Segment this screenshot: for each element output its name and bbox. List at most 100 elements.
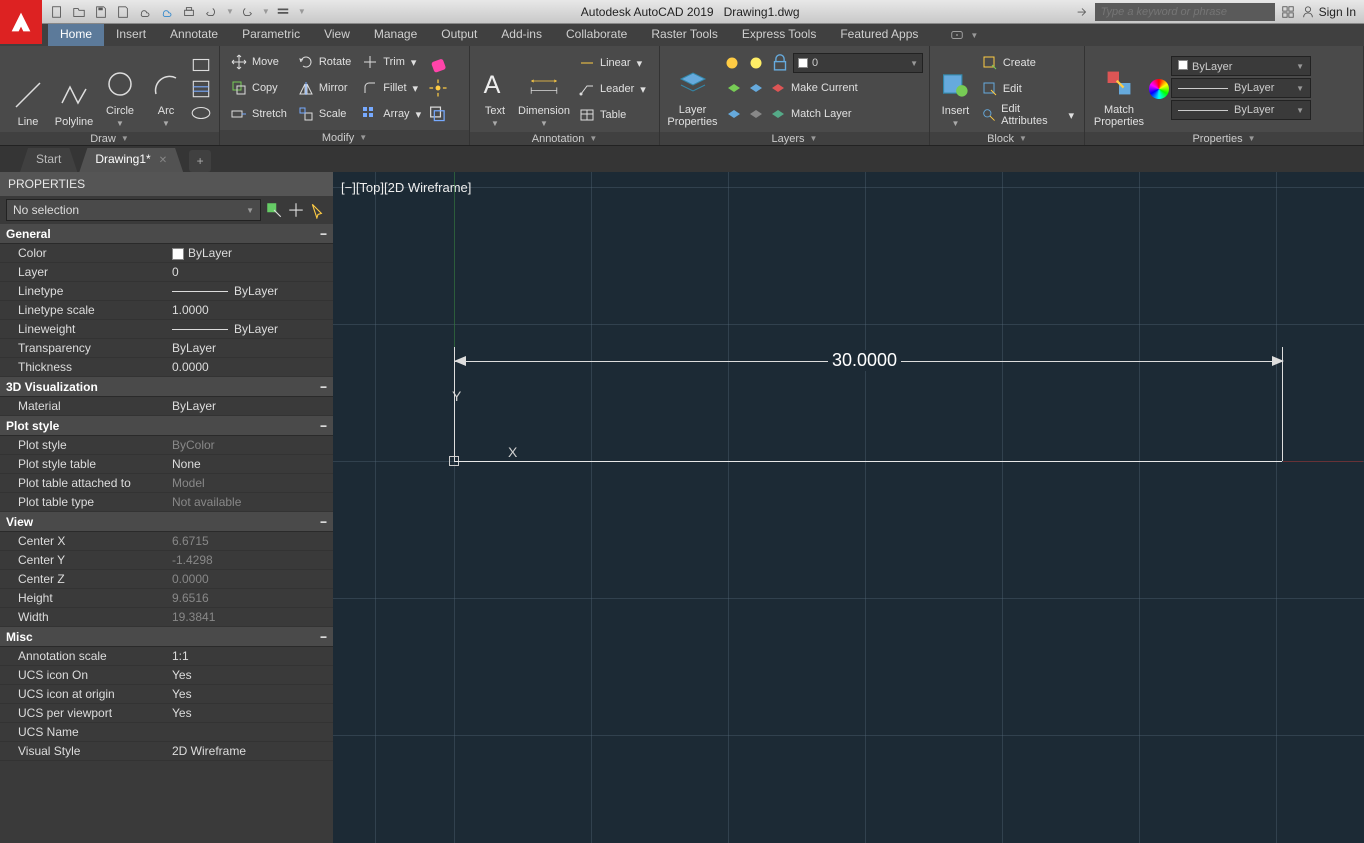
undo-icon[interactable] [202,3,220,21]
layer-on-icon[interactable] [721,52,743,74]
lineweight-selector[interactable]: ByLayer▼ [1171,78,1311,98]
viewport-label[interactable]: [−][Top][2D Wireframe] [341,180,471,195]
search-input[interactable] [1095,3,1275,21]
layer-properties-button[interactable]: Layer Properties [666,50,719,128]
quick-select-icon[interactable] [309,201,327,219]
section-misc[interactable]: Misc− [0,627,333,647]
panel-title-properties[interactable]: Properties▼ [1085,132,1363,145]
scale-button[interactable]: Scale [293,102,355,126]
section-3dvis[interactable]: 3D Visualization− [0,377,333,397]
signin-button[interactable]: Sign In [1301,5,1356,19]
undo-dd-icon[interactable]: ▼ [226,7,234,16]
drawn-line[interactable] [454,461,1282,462]
offset-icon[interactable] [427,101,449,123]
line-button[interactable]: Line [6,50,50,128]
tab-home[interactable]: Home [48,24,104,46]
erase-icon[interactable] [427,53,449,75]
row-pstable-value[interactable]: None [168,457,333,471]
save-icon[interactable] [92,3,110,21]
row-ucsorg-value[interactable]: Yes [168,687,333,701]
match-properties-button[interactable]: Match Properties [1091,50,1147,128]
leader-button[interactable]: Leader▾ [574,77,650,101]
section-general[interactable]: General− [0,224,333,244]
redo-dd-icon[interactable]: ▼ [262,7,270,16]
tab-manage[interactable]: Manage [362,24,429,46]
mirror-button[interactable]: Mirror [293,76,355,100]
cloud-open-icon[interactable] [136,3,154,21]
cloud-save-icon[interactable] [158,3,176,21]
section-plotstyle[interactable]: Plot style− [0,416,333,436]
arrow-icon[interactable] [1075,5,1089,19]
move-button[interactable]: Move [226,50,291,74]
tab-parametric[interactable]: Parametric [230,24,312,46]
tab-view[interactable]: View [312,24,362,46]
ellipse-icon[interactable] [190,102,212,124]
tab-featuredapps[interactable]: Featured Apps [828,24,930,46]
layer-freeze-icon[interactable] [745,52,767,74]
tab-collaborate[interactable]: Collaborate [554,24,639,46]
tab-start[interactable]: Start [20,148,77,172]
row-annoscale-value[interactable]: 1:1 [168,649,333,663]
table-button[interactable]: Table [574,103,650,127]
row-thickness-value[interactable]: 0.0000 [168,360,333,374]
row-visualstyle-value[interactable]: 2D Wireframe [168,744,333,758]
linear-button[interactable]: Linear▾ [574,51,650,75]
tab-expresstools[interactable]: Express Tools [730,24,828,46]
new-icon[interactable] [48,3,66,21]
section-view[interactable]: View− [0,512,333,532]
row-color-value[interactable]: ByLayer [168,246,333,260]
explode-icon[interactable] [427,77,449,99]
qat-more-icon[interactable] [274,3,292,21]
app-store-icon[interactable] [1281,5,1295,19]
rectangle-icon[interactable] [190,54,212,76]
open-icon[interactable] [70,3,88,21]
select-objects-icon[interactable] [287,201,305,219]
array-button[interactable]: Array▾ [357,102,425,126]
tab-insert[interactable]: Insert [104,24,158,46]
drawing-canvas[interactable]: [−][Top][2D Wireframe] Y X 30.0000 [333,172,1364,843]
redo-icon[interactable] [238,3,256,21]
text-button[interactable]: AText▼ [476,50,514,128]
edit-block-button[interactable]: Edit [977,77,1078,101]
color-selector[interactable]: ByLayer▼ [1171,56,1311,76]
selection-filter[interactable]: No selection▼ [6,199,261,221]
tab-addins[interactable]: Add-ins [489,24,554,46]
app-menu-button[interactable] [0,0,42,44]
panel-title-layers[interactable]: Layers▼ [660,132,929,145]
row-transparency-value[interactable]: ByLayer [168,341,333,355]
plot-icon[interactable] [180,3,198,21]
tab-drawing1[interactable]: Drawing1*✕ [79,148,183,172]
polyline-button[interactable]: Polyline [52,50,96,128]
row-linetype-value[interactable]: ByLayer [168,284,333,298]
arc-button[interactable]: Arc▼ [144,50,188,128]
tab-output[interactable]: Output [429,24,489,46]
row-lweight-value[interactable]: ByLayer [168,322,333,336]
linetype-selector[interactable]: ByLayer▼ [1171,100,1311,120]
row-ucsicon-value[interactable]: Yes [168,668,333,682]
match-layer-button[interactable]: Match Layer [721,102,923,126]
close-tab-icon[interactable]: ✕ [159,155,167,166]
insert-button[interactable]: Insert▼ [936,50,975,128]
new-tab-button[interactable]: + [189,150,211,172]
stretch-button[interactable]: Stretch [226,102,291,126]
qat-customize-icon[interactable]: ▼ [298,7,306,16]
hatch-icon[interactable] [190,78,212,100]
layer-selector[interactable]: 0▼ [793,53,923,73]
row-layer-value[interactable]: 0 [168,265,333,279]
row-ltscale-value[interactable]: 1.0000 [168,303,333,317]
rotate-button[interactable]: Rotate [293,50,355,74]
tab-rastertools[interactable]: Raster Tools [639,24,729,46]
color-wheel-icon[interactable] [1149,79,1169,99]
row-ucsvp-value[interactable]: Yes [168,706,333,720]
panel-title-block[interactable]: Block▼ [930,132,1084,145]
toggle-pick-icon[interactable] [265,201,283,219]
tab-annotate[interactable]: Annotate [158,24,230,46]
panel-title-draw[interactable]: Draw▼ [0,132,219,145]
circle-button[interactable]: Circle▼ [98,50,142,128]
dimension-button[interactable]: Dimension▼ [516,50,572,128]
edit-attrs-button[interactable]: Edit Attributes▾ [977,103,1078,127]
saveas-icon[interactable] [114,3,132,21]
dimension-value[interactable]: 30.0000 [828,350,901,371]
panel-title-annotation[interactable]: Annotation▼ [470,132,659,145]
copy-button[interactable]: Copy [226,76,291,100]
